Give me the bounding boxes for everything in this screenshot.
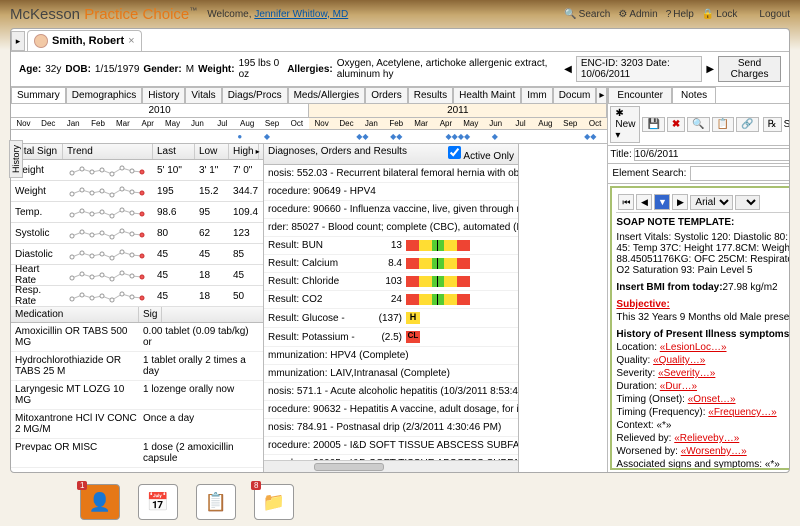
med-row: Mitoxantrone HCl IV CONC 2 MG/MOnce a da… (11, 410, 263, 439)
template-icon[interactable]: 📋 (712, 117, 734, 132)
history-side-tab[interactable]: History (9, 140, 23, 178)
diag-item[interactable]: rder: 85027 - Blood count; complete (CBC… (264, 219, 518, 237)
diag-item[interactable]: rocedure: 20005 - I&D SOFT TISSUE ABSCES… (264, 437, 518, 455)
main-panel: ▸ Smith, Robert × Age: 32y DOB: 1/15/197… (10, 28, 790, 473)
welcome-text: Welcome, Jennifer Whitlow, MD (207, 9, 348, 20)
horiz-scrollbar[interactable] (264, 460, 518, 472)
med-row: Prevpac OR MISC1 dose (2 amoxicillin cap… (11, 439, 263, 468)
search-note-icon[interactable]: 🔍 (687, 117, 709, 132)
subtab-healthmaint[interactable]: Health Maint (453, 87, 521, 103)
rx-icon[interactable]: ℞ (763, 117, 782, 132)
note-editor[interactable]: ⏮ ◀ ▼ ▶ Arial ▾ SOAP NOTE TEMPLATE: Inse… (610, 186, 789, 470)
med-row: Amoxicillin OR TABS 500 MG0.00 tablet (0… (11, 323, 263, 352)
editor-toolbar: ⏮ ◀ ▼ ▶ Arial ▾ (616, 192, 789, 213)
search-tool[interactable]: 🔍 Search (564, 9, 610, 20)
nav-next-icon[interactable]: ▶ (672, 194, 688, 210)
subtab-more[interactable]: ▸ (596, 87, 607, 103)
patient-tab[interactable]: Smith, Robert × (27, 30, 142, 51)
send-charges-button[interactable]: Send Charges (718, 56, 781, 82)
nav-first-icon[interactable]: ⏮ (618, 194, 634, 210)
new-note-button[interactable]: ✱ New ▾ (610, 106, 640, 143)
encounter-info: ENC-ID: 3203 Date: 10/06/2011 (576, 56, 703, 82)
subtab-diagsprocs[interactable]: Diags/Procs (222, 87, 288, 103)
diag-item[interactable]: rocedure: 90660 - Influenza vaccine, liv… (264, 201, 518, 219)
note-title-input[interactable] (634, 148, 789, 161)
patient-tab-strip: ▸ Smith, Robert × (11, 29, 789, 51)
size-select[interactable] (735, 195, 760, 210)
patient-info-bar: Age: 32y DOB: 1/15/1979 Gender: M Weight… (11, 51, 789, 87)
diag-item[interactable]: mmunization: HPV4 (Complete) (264, 347, 518, 365)
result-item[interactable]: Result: Potassium -(2.5) CL (264, 328, 518, 347)
subtab-medsallergies[interactable]: Meds/Allergies (288, 87, 366, 103)
diagnoses-header: Diagnoses, Orders and Results Active Onl… (264, 144, 518, 165)
subtab-results[interactable]: Results (408, 87, 453, 103)
link-icon[interactable]: 🔗 (736, 117, 758, 132)
nav-back-icon[interactable]: ◀ (564, 64, 572, 75)
diag-item[interactable]: nosis: 571.1 - Acute alcoholic hepatitis… (264, 383, 518, 401)
vital-row: Weight19515.2344.7 (11, 181, 263, 202)
dock-clipboard[interactable]: 📋 (196, 484, 236, 520)
tab-prev[interactable]: ▸ (11, 31, 25, 51)
result-item[interactable]: Result: BUN13 (264, 237, 518, 255)
subtab-demographics[interactable]: Demographics (66, 87, 142, 103)
med-row: Hydrochlorothiazide OR TABS 25 M1 tablet… (11, 352, 263, 381)
dock-inbox[interactable]: 8📁 (254, 484, 294, 520)
element-search-label: Element Search: (612, 168, 686, 179)
tab-notes[interactable]: Notes (672, 87, 716, 103)
font-select[interactable]: Arial (690, 195, 733, 210)
year-2011: 2011 (309, 104, 607, 117)
logout-tool[interactable]: Logout (759, 9, 790, 20)
logo: McKesson Practice Choice™ (10, 6, 197, 23)
subtab-docum[interactable]: Docum (553, 87, 597, 103)
nav-fwd-icon[interactable]: ▶ (706, 64, 714, 75)
bottom-dock: 1👤 📅 📋 8📁 (80, 484, 294, 520)
year-2010: 2010 (11, 104, 309, 117)
active-only-checkbox[interactable]: Active Only (448, 146, 514, 162)
subtab-imm[interactable]: Imm (521, 87, 552, 103)
result-item[interactable]: Result: Glucose -(137) H (264, 309, 518, 328)
med-row: Laryngesic MT LOZG 10 MG1 lozenge orally… (11, 381, 263, 410)
user-link[interactable]: Jennifer Whitlow, MD (254, 9, 348, 20)
chart-subtabs: SummaryDemographicsHistoryVitalsDiags/Pr… (11, 87, 607, 104)
result-item[interactable]: Result: Calcium8.4 (264, 255, 518, 273)
diag-item[interactable]: rocedure: 90649 - HPV4 (264, 183, 518, 201)
soap-title: SOAP NOTE TEMPLATE: (616, 217, 789, 228)
subtab-vitals[interactable]: Vitals (185, 87, 221, 103)
tab-encounter[interactable]: Encounter (608, 87, 672, 103)
dock-patient[interactable]: 1👤 (80, 484, 120, 520)
notes-toolbar: ✱ New ▾ 💾 ✖ 🔍 📋 🔗 ℞ Status: New Type (608, 104, 789, 146)
subjective-header: Subjective: (616, 299, 789, 310)
vitals-header: Vital Sign Trend Last Low High▸ (11, 144, 263, 160)
encounter-tabs: Encounter Notes (608, 87, 789, 104)
avatar-icon (34, 34, 48, 48)
vital-row: Height5' 10"3' 1"7' 0" (11, 160, 263, 181)
nav-down-icon[interactable]: ▼ (654, 194, 670, 210)
vital-row: Resp. Rate451850 (11, 286, 263, 307)
diag-item[interactable]: rocedure: 90632 - Hepatitis A vaccine, a… (264, 401, 518, 419)
soap-vitals: Insert Vitals: Systolic 120: Diastolic 8… (616, 232, 789, 276)
meds-header: Medication Sig (11, 307, 263, 323)
subtab-summary[interactable]: Summary (11, 87, 66, 103)
nav-prev-icon[interactable]: ◀ (636, 194, 652, 210)
save-icon[interactable]: 💾 (642, 117, 664, 132)
vital-row: Systolic8062123 (11, 223, 263, 244)
subtab-orders[interactable]: Orders (365, 87, 408, 103)
close-icon[interactable]: × (128, 35, 134, 47)
diag-item[interactable]: nosis: 784.91 - Postnasal drip (2/3/2011… (264, 419, 518, 437)
subtab-history[interactable]: History (142, 87, 185, 103)
help-tool[interactable]: ? Help (666, 9, 694, 20)
result-item[interactable]: Result: Chloride103 (264, 273, 518, 291)
result-item[interactable]: Result: CO224 (264, 291, 518, 309)
diag-item[interactable]: nosis: 552.03 - Recurrent bilateral femo… (264, 165, 518, 183)
app-header: McKesson Practice Choice™ Welcome, Jenni… (0, 0, 800, 28)
delete-icon[interactable]: ✖ (667, 117, 685, 132)
admin-tool[interactable]: ⚙ Admin (618, 9, 657, 20)
timeline-markers: ●◆◆◆◆◆◆◆◆◆◆◆◆ (11, 130, 607, 144)
element-search-input[interactable] (690, 166, 789, 181)
vital-row: Temp.98.695109.4 (11, 202, 263, 223)
lock-tool[interactable]: 🔒 Lock (702, 9, 738, 20)
diag-item[interactable]: mmunization: LAIV,Intranasal (Complete) (264, 365, 518, 383)
dock-calendar[interactable]: 📅 (138, 484, 178, 520)
